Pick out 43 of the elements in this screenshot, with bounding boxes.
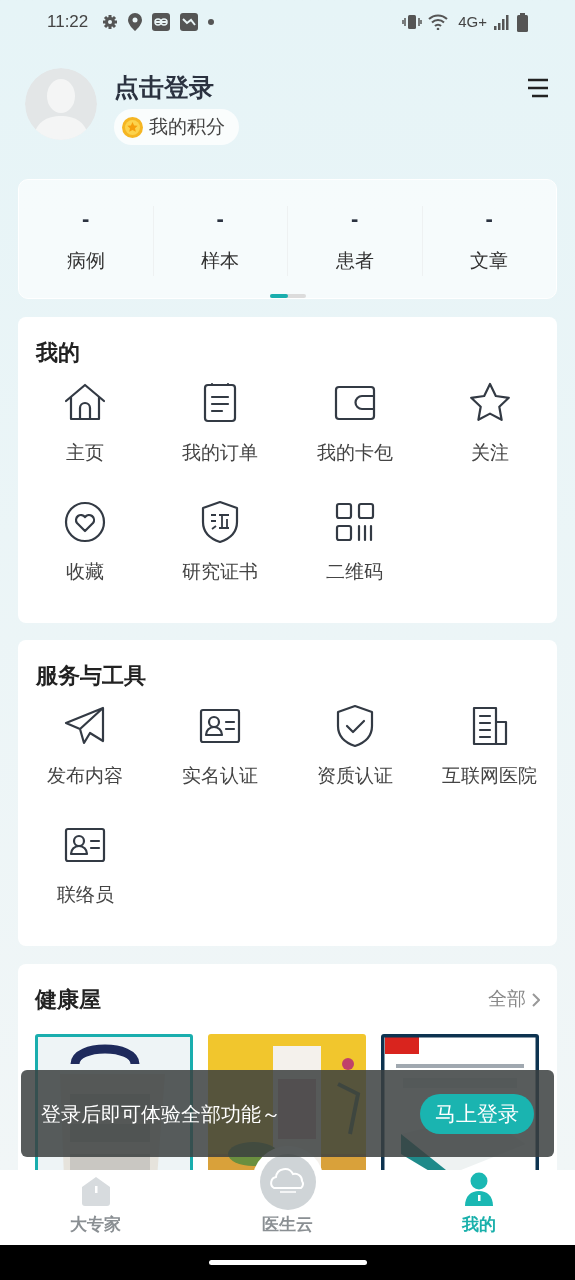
image-icon [180, 13, 199, 31]
wifi-icon [428, 14, 449, 30]
chevron-right-icon [532, 992, 540, 1007]
points-button[interactable]: 我的积分 [114, 109, 239, 145]
link-icon [152, 13, 171, 31]
menu-icon[interactable] [527, 78, 549, 98]
section-title: 我的 [34, 338, 81, 367]
stat-value: - [216, 206, 224, 232]
network-type: 4G+ [458, 11, 487, 32]
menu-item[interactable]: 主页 [18, 374, 153, 494]
location-pin-icon [128, 13, 143, 31]
page-indicator [269, 293, 306, 298]
menu-item[interactable]: 发布内容 [18, 697, 153, 817]
menu-item[interactable]: 我的订单 [152, 374, 288, 494]
stat-label: 文章 [470, 249, 509, 273]
login-link[interactable]: 点击登录 [114, 67, 214, 107]
menu-item[interactable]: 收藏 [18, 493, 153, 613]
section-title: 健康屋 [35, 985, 101, 1014]
stat-value: - [82, 206, 90, 232]
menu-item[interactable]: 联络员 [18, 816, 153, 936]
view-all-link[interactable]: 全部 [488, 985, 540, 1014]
status-time: 11:22 [47, 11, 89, 34]
stat-value: - [485, 206, 493, 232]
stat-label: 病例 [66, 249, 105, 273]
battery-icon [517, 12, 528, 32]
house-icon [79, 1175, 112, 1206]
section-title: 服务与工具 [34, 661, 147, 690]
toast-message: 登录后即可体验全部功能～ [41, 1101, 282, 1127]
coin-icon [122, 116, 143, 138]
menu-item[interactable]: 资质认证 [287, 697, 423, 817]
vibrate-icon [402, 14, 423, 30]
menu-item[interactable]: 互联网医院 [422, 697, 557, 817]
stat-value: - [351, 206, 359, 232]
menu-item[interactable]: 二维码 [287, 493, 423, 613]
dot-icon [208, 19, 215, 25]
menu-item[interactable]: 实名认证 [152, 697, 288, 817]
menu-item[interactable]: 研究证书 [152, 493, 288, 613]
stat-label: 患者 [335, 249, 374, 273]
gear-icon [102, 14, 119, 30]
stat-label: 样本 [201, 249, 240, 273]
menu-item[interactable]: 我的卡包 [287, 374, 423, 494]
signal-icon [493, 14, 509, 30]
menu-item[interactable]: 关注 [422, 374, 557, 494]
